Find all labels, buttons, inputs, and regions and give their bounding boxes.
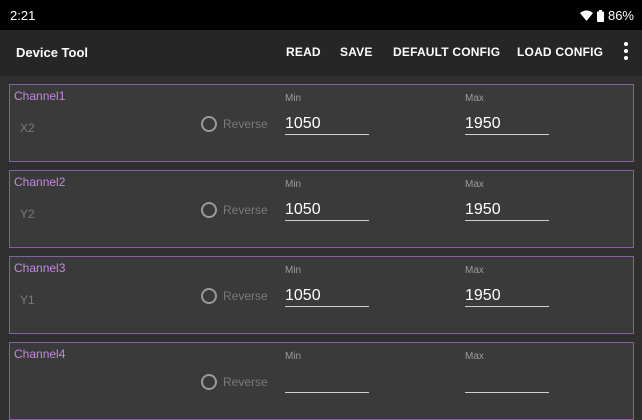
reverse-radio[interactable]: Reverse	[201, 116, 268, 132]
reverse-radio[interactable]: Reverse	[201, 374, 268, 390]
radio-circle-icon[interactable]	[201, 202, 217, 218]
channel-card: Channel4 Reverse Min Max	[9, 342, 634, 420]
app-title: Device Tool	[16, 45, 89, 60]
channel-card: Channel3 Y1 Reverse Min Max	[9, 256, 634, 334]
channel-title: Channel4	[14, 347, 66, 361]
channel-title: Channel2	[14, 175, 66, 189]
status-time: 2:21	[10, 8, 36, 23]
max-label: Max	[465, 179, 484, 190]
wifi-icon	[579, 10, 593, 21]
radio-circle-icon[interactable]	[201, 288, 217, 304]
max-input[interactable]	[465, 197, 549, 221]
min-label: Min	[285, 93, 302, 104]
channel-name: Y2	[20, 207, 35, 221]
max-input[interactable]	[465, 283, 549, 307]
save-button[interactable]: SAVE	[340, 45, 373, 59]
min-input[interactable]	[285, 197, 369, 221]
min-input[interactable]	[285, 283, 369, 307]
min-label: Min	[285, 265, 302, 276]
status-icons: 86%	[579, 8, 634, 23]
reverse-label: Reverse	[223, 117, 268, 131]
channel-title: Channel3	[14, 261, 66, 275]
channel-card: Channel1 X2 Reverse Min Max	[9, 84, 634, 162]
radio-circle-icon[interactable]	[201, 374, 217, 390]
more-vert-icon[interactable]	[624, 42, 628, 62]
battery-icon	[596, 9, 604, 22]
max-label: Max	[465, 265, 484, 276]
status-bar: 2:21 86%	[0, 0, 642, 30]
reverse-radio[interactable]: Reverse	[201, 288, 268, 304]
battery-percent: 86%	[607, 8, 634, 23]
reverse-label: Reverse	[223, 289, 268, 303]
reverse-label: Reverse	[223, 203, 268, 217]
channel-card: Channel2 Y2 Reverse Min Max	[9, 170, 634, 248]
app-bar: Device Tool READ SAVE DEFAULT CONFIG LOA…	[0, 30, 642, 76]
min-input[interactable]	[285, 111, 369, 135]
min-input[interactable]	[285, 369, 369, 393]
max-label: Max	[465, 93, 484, 104]
max-label: Max	[465, 351, 484, 362]
load-config-button[interactable]: LOAD CONFIG	[517, 45, 603, 59]
max-input[interactable]	[465, 369, 549, 393]
reverse-radio[interactable]: Reverse	[201, 202, 268, 218]
max-input[interactable]	[465, 111, 549, 135]
read-button[interactable]: READ	[286, 45, 321, 59]
default-config-button[interactable]: DEFAULT CONFIG	[393, 45, 500, 59]
channel-title: Channel1	[14, 89, 66, 103]
channel-name: Y1	[20, 293, 35, 307]
channel-name: X2	[20, 121, 35, 135]
radio-circle-icon[interactable]	[201, 116, 217, 132]
min-label: Min	[285, 179, 302, 190]
min-label: Min	[285, 351, 302, 362]
